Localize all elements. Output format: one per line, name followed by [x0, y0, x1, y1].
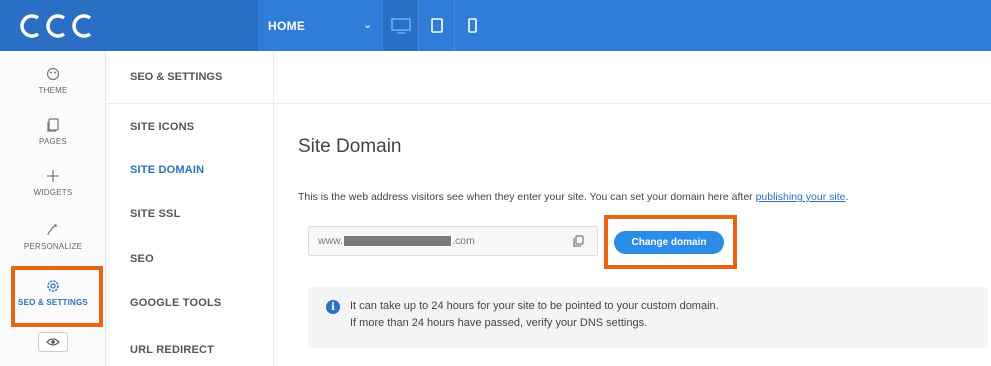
- desktop-icon: [390, 17, 411, 34]
- domain-prefix: www.: [318, 235, 344, 247]
- page-selector-label: HOME: [268, 18, 306, 33]
- personalize-icon: [46, 221, 60, 239]
- logo[interactable]: [0, 0, 258, 51]
- submenu-item-seo[interactable]: SEO: [130, 253, 154, 265]
- notice-line-2: If more than 24 hours have passed, verif…: [350, 317, 648, 329]
- dns-notice: i It can take up to 24 hours for your si…: [308, 287, 988, 348]
- domain-field[interactable]: www. .com: [308, 226, 598, 256]
- notice-line-1: It can take up to 24 hours for your site…: [350, 300, 719, 312]
- plus-icon: [47, 167, 59, 185]
- domain-suffix: .com: [452, 235, 475, 247]
- pages-icon: [47, 116, 59, 134]
- highlight-box-seo-settings: [11, 266, 103, 327]
- submenu-item-site-icons[interactable]: SITE ICONS: [130, 121, 194, 133]
- rail-item-personalize[interactable]: PERSONALIZE: [0, 221, 106, 251]
- rail-item-label: WIDGETS: [33, 188, 73, 197]
- top-bar: HOME ⌄: [0, 0, 991, 51]
- rail-item-widgets[interactable]: WIDGETS: [0, 167, 106, 197]
- description-text: This is the web address visitors see whe…: [298, 191, 756, 203]
- palette-icon: [46, 65, 60, 83]
- description-end: .: [845, 191, 849, 203]
- domain-redacted: [344, 236, 452, 246]
- submenu-item-site-domain[interactable]: SITE DOMAIN: [130, 164, 204, 176]
- publishing-site-link[interactable]: publishing your site: [756, 191, 846, 203]
- desktop-view-button[interactable]: [382, 0, 418, 51]
- submenu-header: SEO & SETTINGS: [106, 51, 273, 104]
- rail-item-preview[interactable]: [0, 332, 106, 355]
- settings-submenu: SEO & SETTINGS SITE ICONS SITE DOMAIN SI…: [106, 51, 274, 366]
- submenu-item-google-tools[interactable]: GOOGLE TOOLS: [130, 297, 221, 309]
- tablet-icon: [430, 18, 443, 33]
- page-title: Site Domain: [298, 136, 402, 157]
- rail-item-label: THEME: [38, 86, 68, 95]
- content-header: [274, 51, 991, 104]
- rail-item-pages[interactable]: PAGES: [0, 116, 106, 146]
- copy-icon[interactable]: [573, 235, 584, 250]
- mobile-icon: [468, 18, 477, 33]
- info-icon: i: [326, 300, 340, 314]
- domain-description: This is the web address visitors see whe…: [298, 191, 848, 203]
- submenu-item-url-redirect[interactable]: URL REDIRECT: [130, 344, 214, 356]
- rail-item-theme[interactable]: THEME: [0, 65, 106, 95]
- page-selector-dropdown[interactable]: HOME ⌄: [258, 0, 382, 51]
- tablet-view-button[interactable]: [418, 0, 454, 51]
- rail-item-label: PERSONALIZE: [23, 242, 83, 251]
- mobile-view-button[interactable]: [454, 0, 490, 51]
- submenu-item-site-ssl[interactable]: SITE SSL: [130, 208, 181, 220]
- eye-icon: [38, 332, 68, 352]
- change-domain-button[interactable]: Change domain: [614, 231, 724, 254]
- chevron-down-icon: ⌄: [363, 20, 372, 31]
- ccc-logo-icon: [20, 13, 92, 38]
- rail-item-label: PAGES: [39, 137, 67, 146]
